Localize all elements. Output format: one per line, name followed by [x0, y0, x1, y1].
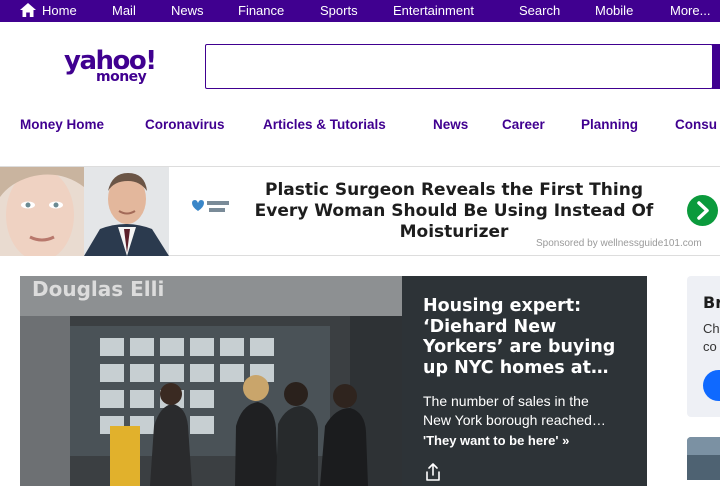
- home-icon[interactable]: [20, 3, 36, 17]
- topnav-search[interactable]: Search: [519, 3, 560, 18]
- sidebar-promo-card[interactable]: Br Ch co: [687, 276, 720, 417]
- nav-articles-tutorials[interactable]: Articles & Tutorials: [263, 117, 386, 132]
- ad-image[interactable]: [0, 167, 169, 256]
- search-input[interactable]: [205, 44, 713, 89]
- hero-text-panel[interactable]: Housing expert: ‘Diehard New Yorkers’ ar…: [402, 276, 647, 486]
- sidebar-body-line: co: [703, 339, 717, 354]
- ad-sponsor-label[interactable]: Sponsored by wellnessguide101.com: [536, 238, 702, 249]
- ad-brand-logo: [192, 200, 229, 212]
- nav-consumer[interactable]: Consu: [675, 117, 717, 132]
- share-icon[interactable]: [424, 462, 442, 482]
- nav-news[interactable]: News: [433, 117, 468, 132]
- ad-headline[interactable]: Plastic Surgeon Reveals the First Thing …: [240, 180, 668, 243]
- sidebar-story-thumbnail[interactable]: [687, 437, 720, 480]
- topnav-mobile[interactable]: Mobile: [595, 3, 633, 18]
- storefront-sign-text: Douglas Elli: [32, 277, 164, 301]
- hero-summary-line: New York borough reached…: [423, 412, 606, 428]
- hero-photo[interactable]: Douglas Elli: [20, 276, 402, 486]
- search-button[interactable]: [712, 44, 720, 89]
- logo-subbrand: money: [96, 69, 147, 85]
- sidebar-card-title: Br: [703, 293, 720, 312]
- hero-story-card[interactable]: Douglas Elli Housing expert: ‘Diehard Ne…: [20, 276, 647, 486]
- hero-summary: The number of sales in the New York boro…: [423, 392, 631, 430]
- topnav-mail[interactable]: Mail: [112, 3, 136, 18]
- sidebar-card-body: Ch co: [703, 320, 720, 356]
- sidebar-body-line: Ch: [703, 321, 720, 336]
- hero-headline[interactable]: Housing expert: ‘Diehard New Yorkers’ ar…: [423, 296, 633, 378]
- topnav-more[interactable]: More...: [670, 3, 710, 18]
- chevron-right-icon[interactable]: [687, 195, 718, 226]
- topnav-sports[interactable]: Sports: [320, 3, 358, 18]
- nav-career[interactable]: Career: [502, 117, 545, 132]
- topnav-news[interactable]: News: [171, 3, 204, 18]
- sidebar-card-button[interactable]: [703, 370, 720, 401]
- sponsored-ad-banner[interactable]: Plastic Surgeon Reveals the First Thing …: [0, 166, 720, 256]
- yahoo-money-logo[interactable]: yahoo! money: [62, 44, 162, 90]
- hero-related-link[interactable]: 'They want to be here' »: [423, 433, 569, 448]
- topnav-entertainment[interactable]: Entertainment: [393, 3, 474, 18]
- nav-planning[interactable]: Planning: [581, 117, 638, 132]
- topnav-finance[interactable]: Finance: [238, 3, 284, 18]
- top-navigation-bar: Home Mail News Finance Sports Entertainm…: [0, 0, 720, 22]
- nav-coronavirus[interactable]: Coronavirus: [145, 117, 225, 132]
- topnav-home[interactable]: Home: [42, 3, 77, 18]
- nav-money-home[interactable]: Money Home: [20, 117, 104, 132]
- hero-summary-line: The number of sales in the: [423, 393, 589, 409]
